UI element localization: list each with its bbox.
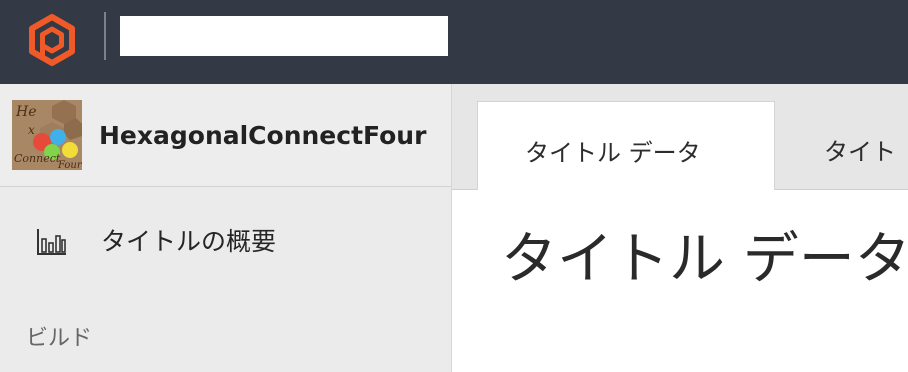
svg-text:Four: Four (57, 160, 82, 170)
section-label-build: ビルド (26, 326, 93, 351)
hexagon-logo-icon[interactable] (26, 14, 78, 66)
bar-chart-icon (36, 229, 66, 255)
page-title: タイトル データ (501, 227, 908, 292)
topbar-divider (104, 12, 106, 60)
sidebar: He x Connect Four HexagonalConnectFour タ… (0, 84, 452, 372)
tab-title-secondary[interactable]: タイト (824, 101, 908, 189)
sidebar-item-label: タイトルの概要 (101, 227, 277, 256)
title-field (120, 16, 448, 56)
svg-text:Connect: Connect (14, 152, 61, 165)
tab-title-data[interactable]: タイトル データ (477, 101, 775, 190)
main-content: タイトル データ (452, 190, 908, 372)
game-header[interactable]: He x Connect Four HexagonalConnectFour (0, 84, 451, 187)
tab-strip: タイトル データ タイト (452, 84, 908, 190)
game-title: HexagonalConnectFour (99, 121, 427, 150)
tab-label: タイト (824, 138, 896, 166)
svg-text:He: He (15, 104, 37, 120)
svg-text:x: x (28, 123, 35, 137)
sidebar-item-title-overview[interactable]: タイトルの概要 (0, 186, 451, 292)
top-bar (0, 0, 908, 84)
game-thumbnail: He x Connect Four (12, 100, 82, 170)
tab-label: タイトル データ (525, 139, 701, 167)
